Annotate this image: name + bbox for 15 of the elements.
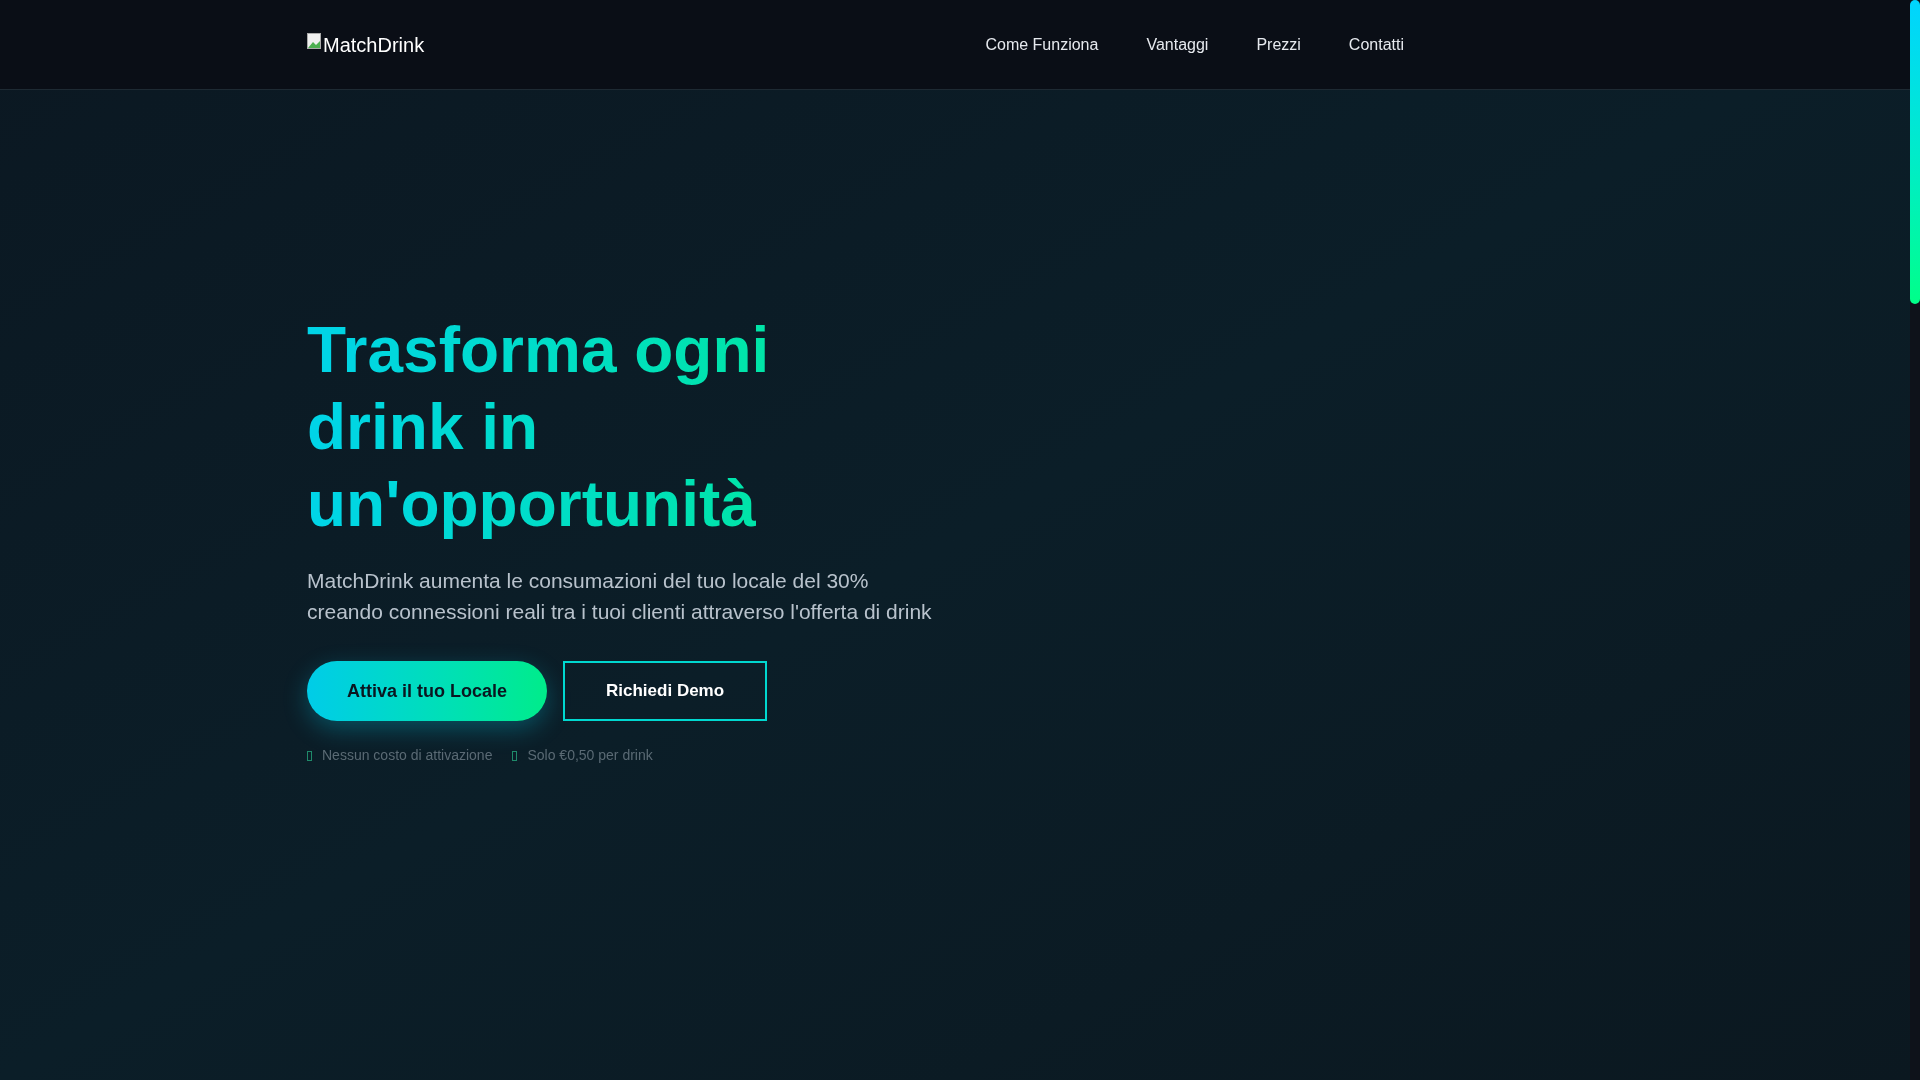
nav-link[interactable]: Vantaggi bbox=[1146, 32, 1209, 57]
logo-alt-text[interactable]: MatchDrink bbox=[323, 29, 425, 60]
feature-note: Solo €0,50 per drink bbox=[527, 746, 653, 765]
feature-note: Nessun costo di attivazione bbox=[322, 746, 493, 765]
placeholder-glyph-icon bbox=[512, 750, 518, 761]
scrollbar[interactable] bbox=[1910, 0, 1920, 1080]
nav-link[interactable]: Come Funziona bbox=[985, 32, 1099, 57]
hero-description: MatchDrink aumenta le consumazioni del tuo locale del 30% creando connessioni reali tra i tuoi clienti attraverso l'offerta di drink bbox=[307, 568, 933, 625]
demo-button[interactable]: Richiedi Demo bbox=[563, 661, 768, 721]
broken-image-icon bbox=[307, 32, 323, 49]
nav-link[interactable]: Prezzi bbox=[1256, 32, 1301, 57]
nav-link[interactable]: Contatti bbox=[1348, 32, 1404, 57]
scrollbar-thumb[interactable] bbox=[1910, 0, 1920, 304]
primary-button[interactable]: Attiva il tuo Locale bbox=[307, 661, 548, 721]
placeholder-glyph-icon bbox=[307, 750, 312, 761]
